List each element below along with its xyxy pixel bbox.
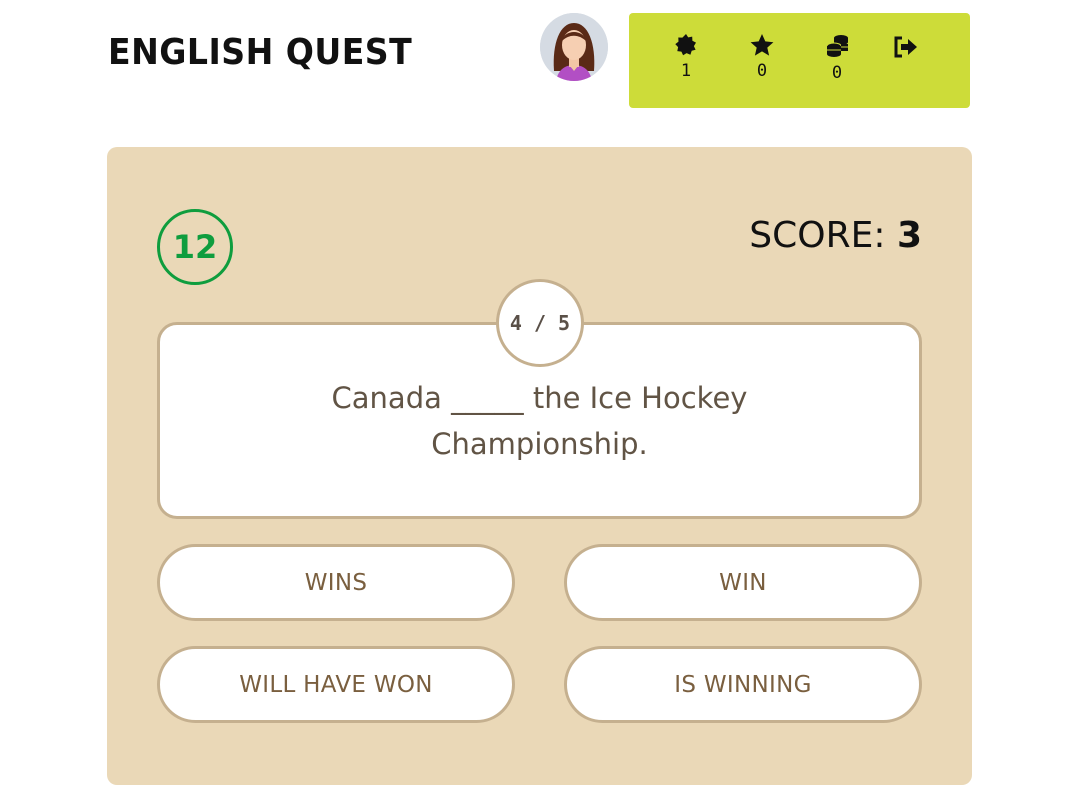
score-value: 3 (896, 215, 922, 256)
question-progress: 4 / 5 (496, 279, 584, 367)
logout-icon (894, 36, 917, 58)
app-title: ENGLISH QUEST (108, 32, 413, 73)
answer-option-3[interactable]: WILL HAVE WON (157, 646, 515, 723)
badges-count: 1 (680, 61, 692, 81)
badges-stat: 1 (666, 33, 706, 81)
score-display: SCORE: 3 (749, 215, 922, 256)
answer-option-2[interactable]: WIN (564, 544, 922, 621)
avatar-illustration (540, 13, 608, 81)
answer-option-1[interactable]: WINS (157, 544, 515, 621)
question-line-1: Canada _____ the Ice Hockey (331, 381, 748, 415)
stats-panel: 1 0 0 (629, 13, 970, 108)
countdown-timer: 12 (157, 209, 233, 285)
coins-stat: 0 (817, 33, 857, 83)
user-avatar[interactable] (540, 13, 608, 81)
question-text: Canada _____ the Ice Hockey Championship… (280, 375, 799, 467)
score-label: SCORE: (749, 215, 886, 256)
logout-button[interactable] (891, 35, 921, 65)
star-icon (750, 34, 774, 56)
coins-count: 0 (831, 63, 843, 83)
answer-option-4[interactable]: IS WINNING (564, 646, 922, 723)
coins-icon (826, 35, 848, 57)
quiz-card: 12 SCORE: 3 Canada _____ the Ice Hockey … (107, 147, 972, 785)
stars-count: 0 (756, 61, 768, 81)
badge-icon (675, 34, 696, 56)
question-line-2: Championship. (431, 427, 648, 461)
stars-stat: 0 (742, 33, 782, 81)
